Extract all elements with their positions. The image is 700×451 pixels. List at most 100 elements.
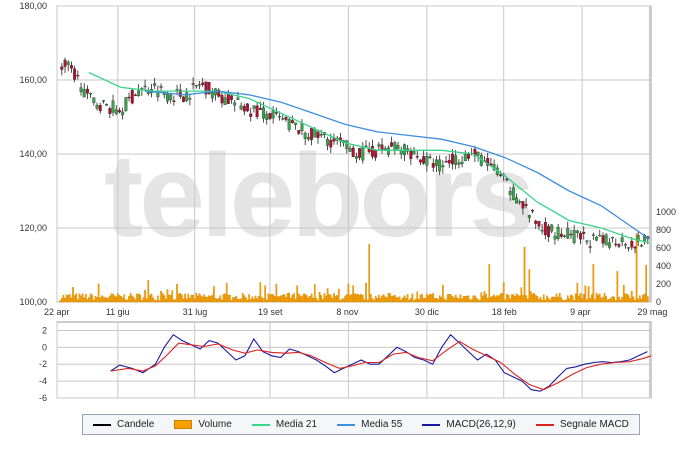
y-tick-label: 140,00 (19, 149, 47, 159)
candle-body (623, 244, 627, 246)
volume-bar (80, 295, 82, 303)
candle-body (515, 197, 518, 204)
volume-bar (331, 297, 334, 303)
volume-bar (237, 298, 239, 303)
volume-bar (547, 297, 550, 303)
stock-chart: telebors 22 apr 11 giu 31 lug 19 set 8 nov 30 … (19, 1, 676, 403)
volume-bar (398, 296, 401, 303)
candle-body (508, 191, 512, 195)
volume-bar (342, 298, 345, 303)
volume-bar (595, 292, 598, 303)
volume-bar (518, 295, 521, 303)
volume-bar (610, 297, 612, 303)
legend-item: Candele (93, 419, 154, 430)
volume-bar (602, 297, 604, 303)
x-tick-label: 11 giu (106, 307, 130, 317)
candle-body (531, 210, 534, 212)
volume-bar (598, 293, 601, 303)
candle-body (553, 236, 557, 240)
volume-bar (406, 294, 409, 303)
volume-bar (112, 293, 114, 303)
volume-tick-label: 800 (656, 225, 671, 235)
volume-bar (165, 298, 167, 303)
candle-body (611, 236, 615, 239)
candle-body (386, 147, 390, 155)
volume-bar (510, 294, 513, 303)
candle-body (595, 236, 599, 241)
volume-bar (355, 294, 358, 303)
volume-bar (462, 296, 465, 303)
candle-body (82, 89, 86, 98)
volume-bar (123, 294, 126, 303)
volume-bar (539, 296, 542, 303)
candle-body (246, 103, 249, 112)
volume-bar (504, 299, 507, 303)
volume-bar (555, 293, 558, 303)
volume-bar (448, 293, 451, 303)
candle-body (297, 130, 301, 134)
volume-tick-label: 0 (656, 297, 661, 307)
candle-body (476, 152, 480, 156)
volume-bar (627, 295, 630, 303)
volume-bar (147, 280, 150, 303)
chart-legend: Candele Volume Media 21 Media 55 MACD(26,12,… (82, 414, 640, 435)
volume-bar (76, 299, 79, 303)
volume-bar (373, 300, 375, 303)
volume-bar (589, 298, 591, 303)
x-tick-label: 29 mag (637, 307, 667, 317)
volume-bar (422, 297, 425, 303)
volume-bar (329, 294, 332, 303)
volume-bar (131, 295, 134, 303)
volume-bar (197, 295, 199, 303)
legend-label: Volume (198, 419, 232, 430)
volume-bar (309, 295, 311, 303)
volume-bar (344, 295, 347, 303)
volume-bar (321, 299, 324, 303)
volume-bar (526, 298, 529, 303)
candle-body (76, 74, 80, 77)
volume-bar (528, 269, 531, 303)
volume-bar (317, 300, 319, 303)
volume-bar (624, 293, 627, 303)
volume-bar (118, 295, 121, 303)
volume-bar (173, 299, 175, 303)
volume-bar (65, 294, 68, 303)
volume-bar (192, 294, 194, 303)
volume-bar (533, 293, 535, 303)
candle-body (591, 234, 595, 236)
volume-bar (499, 293, 502, 303)
volume-bar (488, 264, 491, 303)
volume-bar (249, 299, 252, 303)
volume-bar (472, 295, 475, 303)
volume-bar (608, 298, 611, 303)
volume-bar (587, 286, 590, 303)
x-tick-label: 30 dic (415, 307, 440, 317)
candle-body (431, 163, 435, 168)
volume-bar (320, 295, 323, 303)
y-tick-label: 180,00 (19, 1, 47, 11)
volume-bar (546, 295, 548, 303)
candle-body (575, 230, 579, 234)
volume-bar (179, 292, 182, 303)
volume-bar (377, 294, 380, 303)
volume-bar (142, 297, 145, 303)
candle-body (438, 159, 442, 172)
volume-bar (160, 291, 162, 303)
volume-bar (64, 297, 66, 303)
volume-bar (560, 297, 563, 303)
candle-body (66, 61, 70, 65)
candle-body (329, 139, 333, 148)
candle-body (425, 155, 429, 166)
volume-bar (177, 293, 180, 303)
candle-body (319, 134, 323, 136)
volume-bar (582, 294, 585, 303)
volume-bar (445, 300, 447, 303)
volume-bar (542, 294, 545, 303)
y-tick-label: -4 (39, 376, 47, 386)
volume-bar (478, 299, 481, 303)
candle-body (409, 150, 413, 159)
volume-bar (225, 282, 228, 303)
legend-label: Media 55 (361, 419, 403, 430)
volume-bar (185, 298, 188, 303)
volume-bar (277, 296, 279, 303)
